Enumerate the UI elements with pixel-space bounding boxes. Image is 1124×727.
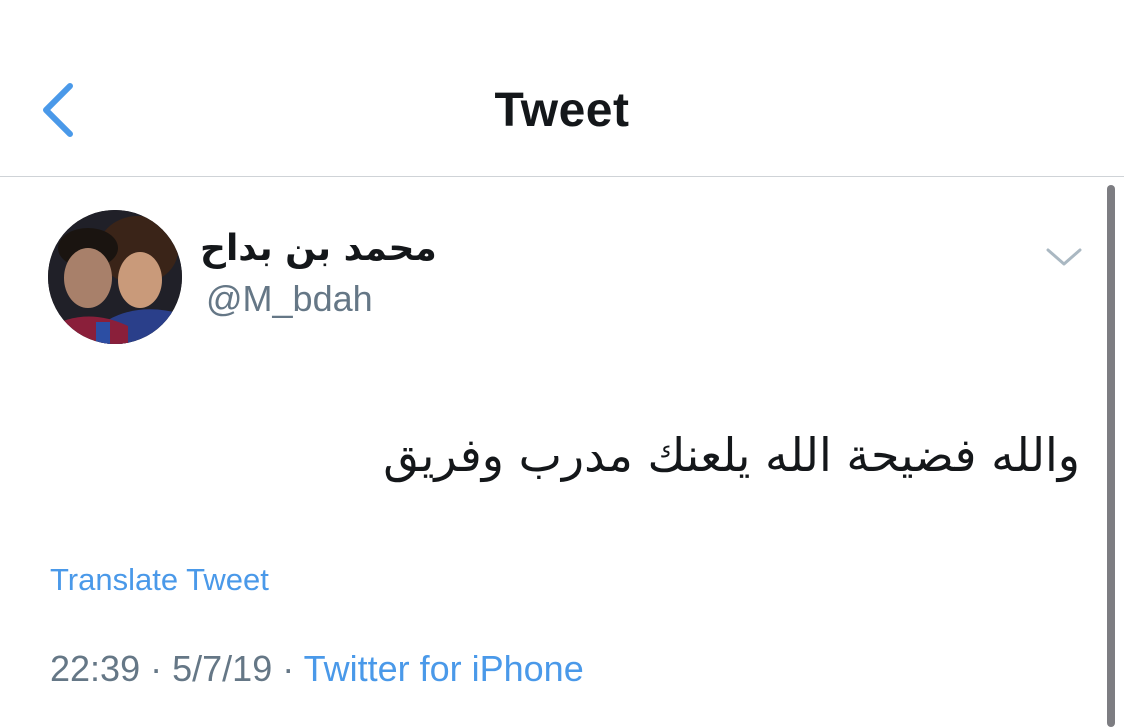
tweet-meta: 22:39 · 5/7/19 · Twitter for iPhone [50, 646, 584, 692]
page-title: Tweet [494, 84, 630, 137]
tweet-time: 22:39 [50, 648, 141, 689]
navigation-bar: Tweet [0, 0, 1124, 177]
tweet-source-link[interactable]: Twitter for iPhone [304, 648, 584, 689]
author-display-name[interactable]: محمد بن بداح [200, 224, 440, 274]
author-handle[interactable]: @M_bdah [206, 277, 373, 321]
translate-tweet-link[interactable]: Translate Tweet [50, 560, 269, 600]
tweet-menu-button[interactable] [1042, 240, 1086, 274]
tweet-date: 5/7/19 [172, 648, 273, 689]
separator: · [282, 648, 295, 689]
scrollbar[interactable] [1107, 185, 1115, 727]
profile-photo [48, 210, 182, 344]
separator: · [150, 648, 163, 689]
tweet-text: والله فضيحة الله يلعنك مدرب وفريق [383, 428, 1080, 482]
chevron-down-icon [1046, 248, 1082, 266]
avatar[interactable] [48, 210, 182, 344]
